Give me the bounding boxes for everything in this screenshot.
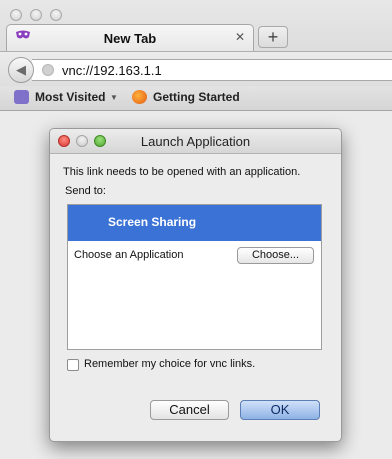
remember-label: Remember my choice for vnc links. [84,358,256,370]
chevron-down-icon[interactable]: ▼ [110,93,118,102]
remember-checkbox[interactable] [67,359,79,371]
browser-chrome: New Tab ✕ + vnc://192.163.1.1 ◀ Most Vis… [0,0,392,111]
list-item-label: Screen Sharing [108,215,197,229]
tab-title: New Tab [103,31,157,46]
close-window-button[interactable] [10,9,22,21]
list-item-screen-sharing[interactable]: Screen Sharing [68,205,321,241]
dialog-titlebar: Launch Application [50,129,341,154]
most-visited-icon [14,90,29,104]
launch-application-dialog: Launch Application This link needs to be… [49,128,342,442]
tab-new-tab[interactable]: New Tab ✕ [6,24,254,51]
new-tab-button[interactable]: + [258,26,288,48]
dialog-message: This link needs to be opened with an app… [63,166,301,178]
back-button[interactable]: ◀ [8,57,34,83]
bookmark-most-visited[interactable]: Most Visited [35,90,105,104]
globe-icon [42,64,54,76]
list-item-label: Choose an Application [74,249,184,261]
cancel-button[interactable]: Cancel [150,400,229,420]
application-list[interactable]: Screen Sharing Choose an Application Cho… [67,204,322,350]
bookmark-getting-started[interactable]: Getting Started [153,90,240,104]
zoom-window-button[interactable] [50,9,62,21]
firefox-icon [132,90,147,104]
bookmarks-toolbar: Most Visited ▼ Getting Started [0,86,392,111]
tab-close-icon[interactable]: ✕ [235,30,245,44]
minimize-window-button[interactable] [30,9,42,21]
choose-button[interactable]: Choose... [237,247,314,264]
list-item-choose-application[interactable]: Choose an Application Choose... [68,241,321,269]
url-text: vnc://192.163.1.1 [62,63,162,78]
ok-button[interactable]: OK [240,400,320,420]
send-to-label: Send to: [65,185,106,197]
url-bar[interactable]: vnc://192.163.1.1 [32,59,392,81]
navigation-bar: vnc://192.163.1.1 ◀ [0,51,392,87]
dialog-title: Launch Application [140,134,251,149]
